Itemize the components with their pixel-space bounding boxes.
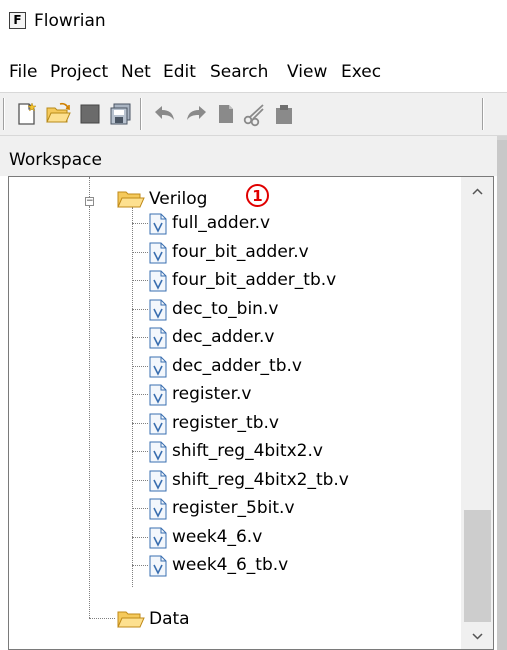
callout-badge: 1 xyxy=(246,184,269,207)
tree-line xyxy=(89,618,115,619)
tree-file-item[interactable]: shift_reg_4bitx2_tb.v xyxy=(148,466,448,494)
workspace-label: Workspace xyxy=(9,150,102,170)
open-folder-icon xyxy=(117,611,145,628)
tree-file-item[interactable]: full_adder.v xyxy=(148,209,448,237)
folder-label: Data xyxy=(149,609,190,629)
menu-view[interactable]: View xyxy=(287,61,327,83)
toolbar xyxy=(0,92,507,136)
file-label: dec_adder.v xyxy=(172,327,275,347)
tree-line xyxy=(132,337,148,338)
file-label: register_5bit.v xyxy=(172,498,295,518)
tree-file-item[interactable]: dec_to_bin.v xyxy=(148,295,448,323)
verilog-file-icon xyxy=(149,470,167,492)
toolbar-grip xyxy=(3,98,5,130)
menu-bar: File Project Net Edit Search View Exec xyxy=(0,56,507,88)
verilog-file-icon xyxy=(149,270,167,292)
toolbar-separator-2 xyxy=(482,98,484,130)
tree-file-item[interactable]: dec_adder.v xyxy=(148,323,448,351)
save-icon[interactable] xyxy=(77,101,103,127)
menu-net[interactable]: Net xyxy=(121,61,151,83)
tree-line xyxy=(132,565,148,566)
tree-file-item[interactable]: register_5bit.v xyxy=(148,494,448,522)
tree-line xyxy=(132,309,148,310)
file-label: dec_to_bin.v xyxy=(172,299,279,319)
splitter-grip xyxy=(497,140,507,650)
tree-line xyxy=(132,280,148,281)
tree-file-item[interactable]: four_bit_adder.v xyxy=(148,238,448,266)
file-label: four_bit_adder.v xyxy=(172,242,309,262)
chevron-down-icon xyxy=(472,633,483,640)
paste-icon[interactable] xyxy=(271,101,297,127)
file-label: shift_reg_4bitx2_tb.v xyxy=(172,470,349,490)
verilog-file-icon xyxy=(149,527,167,549)
tree-line xyxy=(132,252,148,253)
verilog-file-icon xyxy=(149,327,167,349)
tree-line xyxy=(132,394,148,395)
app-icon: F xyxy=(9,12,26,29)
title-bar: F Flowrian xyxy=(0,0,507,44)
window-title: Flowrian xyxy=(34,11,106,31)
tree-line xyxy=(132,423,148,424)
scroll-down-button[interactable] xyxy=(461,625,493,649)
file-label: full_adder.v xyxy=(172,213,271,233)
scroll-thumb[interactable] xyxy=(464,510,491,622)
file-label: four_bit_adder_tb.v xyxy=(172,270,337,290)
tree-file-item[interactable]: dec_adder_tb.v xyxy=(148,352,448,380)
file-label: week4_6.v xyxy=(172,527,263,547)
splitter-bar[interactable] xyxy=(497,136,507,650)
menu-exec[interactable]: Exec xyxy=(341,61,381,83)
verilog-file-icon xyxy=(149,384,167,406)
menu-project[interactable]: Project xyxy=(50,61,108,83)
tree-file-item[interactable]: week4_6.v xyxy=(148,523,448,551)
copy-icon[interactable] xyxy=(213,101,239,127)
verilog-file-icon xyxy=(149,413,167,435)
open-folder-icon xyxy=(117,191,145,208)
toolbar-separator xyxy=(140,98,142,130)
tree-line xyxy=(89,206,90,618)
tree-folder-data[interactable]: Data xyxy=(117,605,317,633)
file-label: dec_adder_tb.v xyxy=(172,356,302,376)
verilog-file-icon xyxy=(149,356,167,378)
verilog-file-icon xyxy=(149,555,167,577)
cut-icon[interactable] xyxy=(241,101,267,127)
tree-line xyxy=(132,451,148,452)
tree-line xyxy=(132,366,148,367)
tree-file-item[interactable]: week4_6_tb.v xyxy=(148,551,448,579)
workspace-tree[interactable]: − Verilog 1 full_adder.v four_bit_adder.… xyxy=(8,176,494,650)
verilog-file-icon xyxy=(149,242,167,264)
file-label: register_tb.v xyxy=(172,413,279,433)
verilog-file-icon xyxy=(149,441,167,463)
tree-file-item[interactable]: register.v xyxy=(148,380,448,408)
file-label: week4_6_tb.v xyxy=(172,555,289,575)
redo-icon[interactable] xyxy=(183,101,209,127)
tree-line xyxy=(132,207,133,587)
new-file-icon[interactable] xyxy=(13,101,39,127)
file-label: register.v xyxy=(172,384,252,404)
tree-line xyxy=(89,177,90,197)
tree-file-item[interactable]: shift_reg_4bitx2.v xyxy=(148,437,448,465)
tree-scrollbar[interactable] xyxy=(461,177,493,649)
undo-icon[interactable] xyxy=(152,101,178,127)
workspace-header: Workspace xyxy=(0,136,497,176)
tree-file-item[interactable]: register_tb.v xyxy=(148,409,448,437)
verilog-file-icon xyxy=(149,498,167,520)
verilog-file-icon xyxy=(149,213,167,235)
tree-line xyxy=(132,480,148,481)
chevron-up-icon xyxy=(472,188,483,195)
tree-line xyxy=(132,223,148,224)
open-folder-icon[interactable] xyxy=(45,101,71,127)
collapse-icon[interactable]: − xyxy=(85,197,94,206)
save-all-icon[interactable] xyxy=(108,101,134,127)
menu-file[interactable]: File xyxy=(9,61,37,83)
menu-edit[interactable]: Edit xyxy=(163,61,196,83)
tree-line xyxy=(132,508,148,509)
tree-file-item[interactable]: four_bit_adder_tb.v xyxy=(148,266,448,294)
tree-line xyxy=(132,537,148,538)
menu-search[interactable]: Search xyxy=(210,61,268,83)
folder-label: Verilog xyxy=(149,189,208,209)
file-label: shift_reg_4bitx2.v xyxy=(172,441,323,461)
verilog-file-icon xyxy=(149,299,167,321)
scroll-up-button[interactable] xyxy=(461,177,493,205)
